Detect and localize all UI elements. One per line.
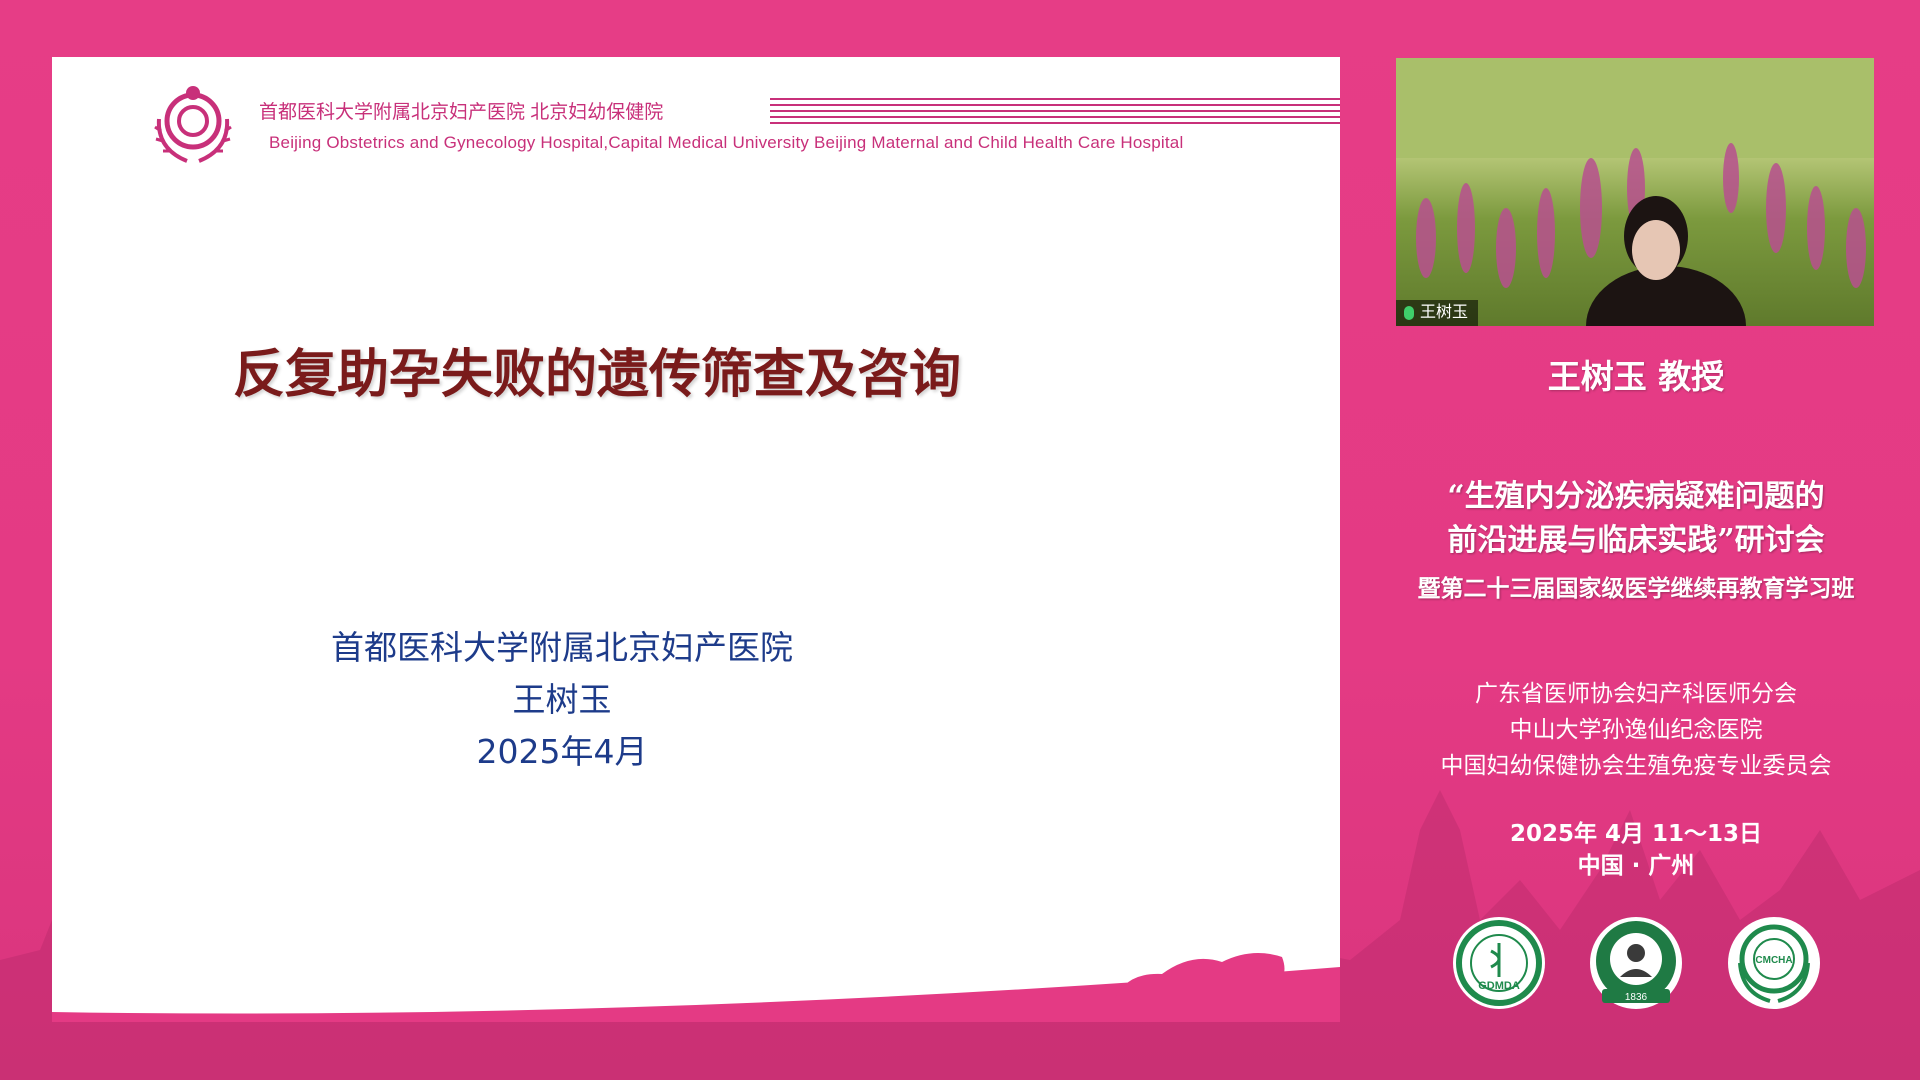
hospital-name-chinese: 首都医科大学附属北京妇产医院 北京妇幼保健院 [259,102,664,123]
presenter-info: 首都医科大学附属北京妇产医院 王树玉 2025年4月 [222,622,902,778]
svg-text:CMCHA: CMCHA [1755,955,1792,966]
header-stripes-decoration [770,98,1340,124]
presentation-slide: 首都医科大学附属北京妇产医院 北京妇幼保健院 Beijing Obstetric… [52,57,1340,1022]
event-title: “生殖内分泌疾病疑难问题的 前沿进展与临床实践”研讨会 [1376,475,1896,563]
affiliation: 首都医科大学附属北京妇产医院 [331,628,793,667]
hospital-header: 首都医科大学附属北京妇产医院 北京妇幼保健院 Beijing Obstetric… [147,69,1340,199]
microphone-icon [1404,306,1414,320]
svg-text:GDMDA: GDMDA [1478,980,1520,992]
presenter-name: 王树玉 [512,680,612,719]
video-frame-scene [1396,58,1874,326]
svg-text:1836: 1836 [1625,992,1648,1003]
slide-title: 反复助孕失败的遗传筛查及咨询 [232,345,961,405]
speaker-title: 王树玉 教授 [1547,357,1725,396]
organizer-list: 广东省医师协会妇产科医师分会 中山大学孙逸仙纪念医院 中国妇幼保健协会生殖免疫专… [1376,676,1896,784]
event-date-location: 2025年 4月 11～13日 中国 · 广州 [1376,818,1896,882]
hospital-name-english: Beijing Obstetrics and Gynecology Hospit… [269,133,1184,152]
gdmda-badge-icon: GDMDA [1453,917,1545,1009]
hospital-logo [154,86,232,163]
organizer-item: 中山大学孙逸仙纪念医院 [1509,717,1763,743]
speaker-video-feed[interactable]: 王树玉 [1396,58,1874,326]
event-title-line1: “生殖内分泌疾病疑难问题的 [1447,479,1825,514]
event-location: 中国 · 广州 [1577,853,1695,879]
event-subtitle: 暨第二十三届国家级医学继续再教育学习班 [1417,575,1855,602]
participant-name-tag: 王树玉 [1396,300,1479,326]
organizer-item: 中国妇幼保健协会生殖免疫专业委员会 [1440,753,1832,779]
sun-yat-sen-hospital-badge-icon: 1836 [1590,917,1682,1009]
event-date: 2025年 4月 11～13日 [1509,821,1763,847]
participant-name: 王树玉 [1420,304,1469,321]
organizer-badges: GDMDA 1836 CMCHA [1376,915,1896,1015]
cmcha-badge-icon: CMCHA [1728,917,1820,1009]
slide-footer-wave [52,953,1340,1022]
organizer-item: 广东省医师协会妇产科医师分会 [1475,681,1797,707]
event-title-line2: 前沿进展与临床实践”研讨会 [1447,523,1825,558]
presentation-date: 2025年4月 [476,732,648,771]
